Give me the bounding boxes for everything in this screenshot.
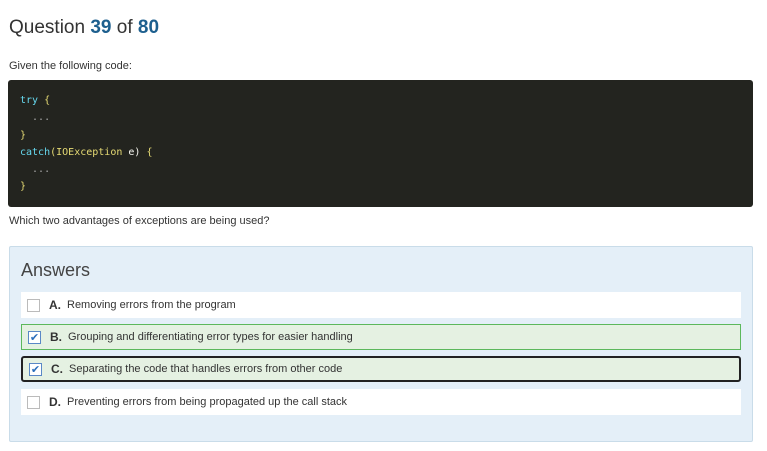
- check-icon: ✔: [30, 363, 41, 376]
- option-letter: C.: [51, 362, 63, 376]
- question-total: 80: [137, 17, 160, 38]
- code-line: ...: [20, 112, 51, 124]
- question-prompt: Which two advantages of exceptions are b…: [9, 215, 270, 227]
- option-letter: A.: [49, 298, 61, 312]
- title-of: of: [116, 17, 133, 38]
- option-text: Removing errors from the program: [67, 299, 236, 311]
- option-letter: B.: [50, 330, 62, 344]
- option-text: Separating the code that handles errors …: [69, 363, 343, 375]
- option-letter: D.: [49, 395, 61, 409]
- checkbox[interactable]: [27, 395, 40, 409]
- code-token: IOException: [56, 146, 123, 158]
- checkbox-checked[interactable]: ✔: [29, 362, 42, 376]
- code-token: try: [20, 95, 39, 106]
- code-line: }: [20, 181, 27, 193]
- answers-panel: Answers A. Removing errors from the prog…: [9, 246, 753, 442]
- code-token: {: [146, 146, 153, 158]
- title-prefix: Question: [9, 17, 86, 38]
- answer-option-d[interactable]: D. Preventing errors from being propagat…: [21, 389, 741, 415]
- option-text: Grouping and differentiating error types…: [68, 331, 353, 343]
- answer-option-c[interactable]: ✔ C. Separating the code that handles er…: [21, 356, 741, 382]
- question-title: Question 39 of 80: [9, 17, 159, 39]
- code-line: }: [20, 129, 27, 141]
- answer-option-a[interactable]: A. Removing errors from the program: [21, 292, 741, 318]
- answers-title: Answers: [21, 260, 91, 280]
- code-token: catch: [20, 146, 51, 158]
- option-text: Preventing errors from being propagated …: [67, 396, 348, 408]
- checkbox[interactable]: [27, 298, 40, 312]
- code-block: try { ... } catch(IOException e) { ... }: [8, 80, 753, 207]
- code-token: {: [38, 95, 51, 106]
- intro-text: Given the following code:: [9, 60, 132, 72]
- code-token: e): [122, 146, 147, 158]
- code-line: ...: [20, 164, 51, 176]
- check-icon: ✔: [29, 331, 40, 344]
- checkbox-checked[interactable]: ✔: [28, 330, 41, 344]
- question-number: 39: [90, 17, 112, 38]
- answer-option-b[interactable]: ✔ B. Grouping and differentiating error …: [21, 324, 741, 350]
